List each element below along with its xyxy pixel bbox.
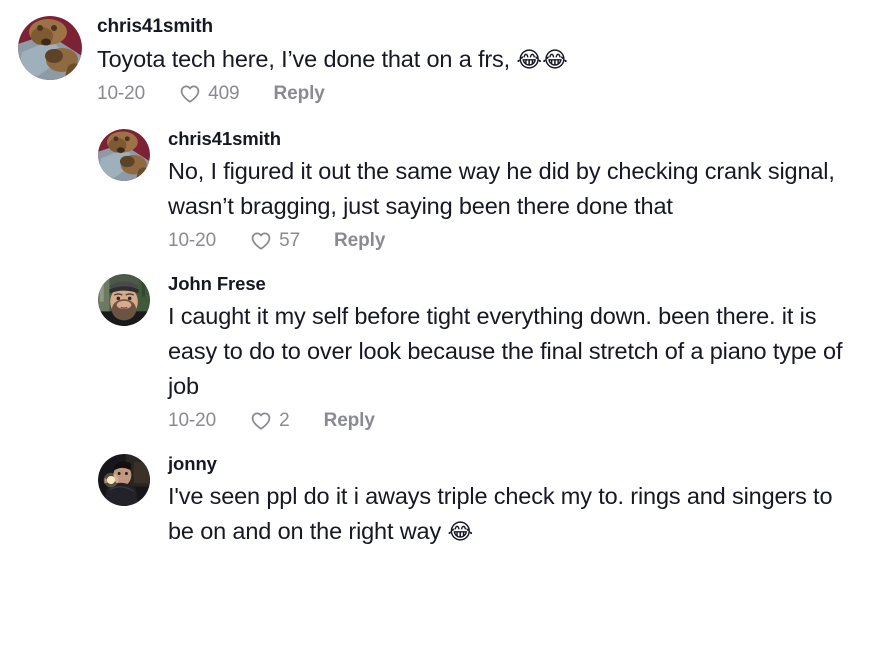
reply-button[interactable]: Reply: [324, 410, 375, 432]
comment-body: jonny I've seen ppl do it i aways triple…: [168, 452, 870, 550]
dog-photo-avatar: [18, 16, 82, 80]
dog-photo-avatar: [98, 128, 150, 181]
heart-icon: [179, 83, 201, 105]
emoji: 😂: [447, 519, 474, 545]
comment-text-body: No, I figured it out the same way he did…: [168, 157, 835, 219]
man-dark-photo-avatar: [98, 453, 150, 506]
comment-meta: 10-20 57 Reply: [168, 230, 870, 252]
comment-text-body: I've seen ppl do it i aways triple check…: [168, 482, 833, 544]
comment-body: chris41smith Toyota tech here, I’ve done…: [97, 14, 870, 105]
comment-text-body: I caught it my self before tight everyth…: [168, 302, 843, 399]
username[interactable]: jonny: [168, 452, 870, 477]
comment-date: 10-20: [168, 409, 217, 431]
comment-item: chris41smith No, I figured it out the sa…: [0, 127, 870, 252]
comment-item: John Frese I caught it my self before ti…: [0, 272, 870, 432]
avatar[interactable]: [98, 453, 150, 506]
reply-button[interactable]: Reply: [334, 230, 385, 252]
comment-date: 10-20: [168, 229, 217, 251]
comment-text: I've seen ppl do it i aways triple check…: [168, 479, 858, 550]
comment-date: 10-20: [97, 82, 146, 104]
like-button[interactable]: 2: [250, 409, 290, 432]
username[interactable]: chris41smith: [168, 127, 870, 152]
comment-text: I caught it my self before tight everyth…: [168, 299, 858, 405]
username[interactable]: John Frese: [168, 272, 870, 297]
comment-meta: 10-20 2 Reply: [168, 410, 870, 432]
avatar[interactable]: [18, 16, 82, 80]
username[interactable]: chris41smith: [97, 14, 870, 40]
comment-body: John Frese I caught it my self before ti…: [168, 272, 870, 432]
comment-item: chris41smith Toyota tech here, I’ve done…: [0, 14, 870, 105]
comment-body: chris41smith No, I figured it out the sa…: [168, 127, 870, 252]
heart-icon: [250, 410, 272, 432]
like-button[interactable]: 57: [250, 230, 300, 252]
reply-button[interactable]: Reply: [274, 83, 325, 105]
comment-text-body: Toyota tech here, I’ve done that on a fr…: [97, 45, 517, 72]
emoji: 😂😂: [516, 47, 568, 73]
man-cap-photo-avatar: [98, 273, 150, 326]
comment-text: Toyota tech here, I’ve done that on a fr…: [97, 42, 857, 78]
like-count: 57: [279, 229, 301, 251]
like-count: 409: [208, 82, 240, 104]
heart-icon: [250, 230, 272, 252]
comment-meta: 10-20 409 Reply: [97, 83, 870, 105]
comment-list: chris41smith Toyota tech here, I’ve done…: [0, 0, 870, 550]
avatar[interactable]: [98, 273, 150, 326]
comment-item: jonny I've seen ppl do it i aways triple…: [0, 452, 870, 550]
like-button[interactable]: 409: [179, 82, 240, 105]
comment-text: No, I figured it out the same way he did…: [168, 154, 858, 225]
avatar[interactable]: [98, 128, 150, 181]
like-count: 2: [279, 409, 290, 431]
